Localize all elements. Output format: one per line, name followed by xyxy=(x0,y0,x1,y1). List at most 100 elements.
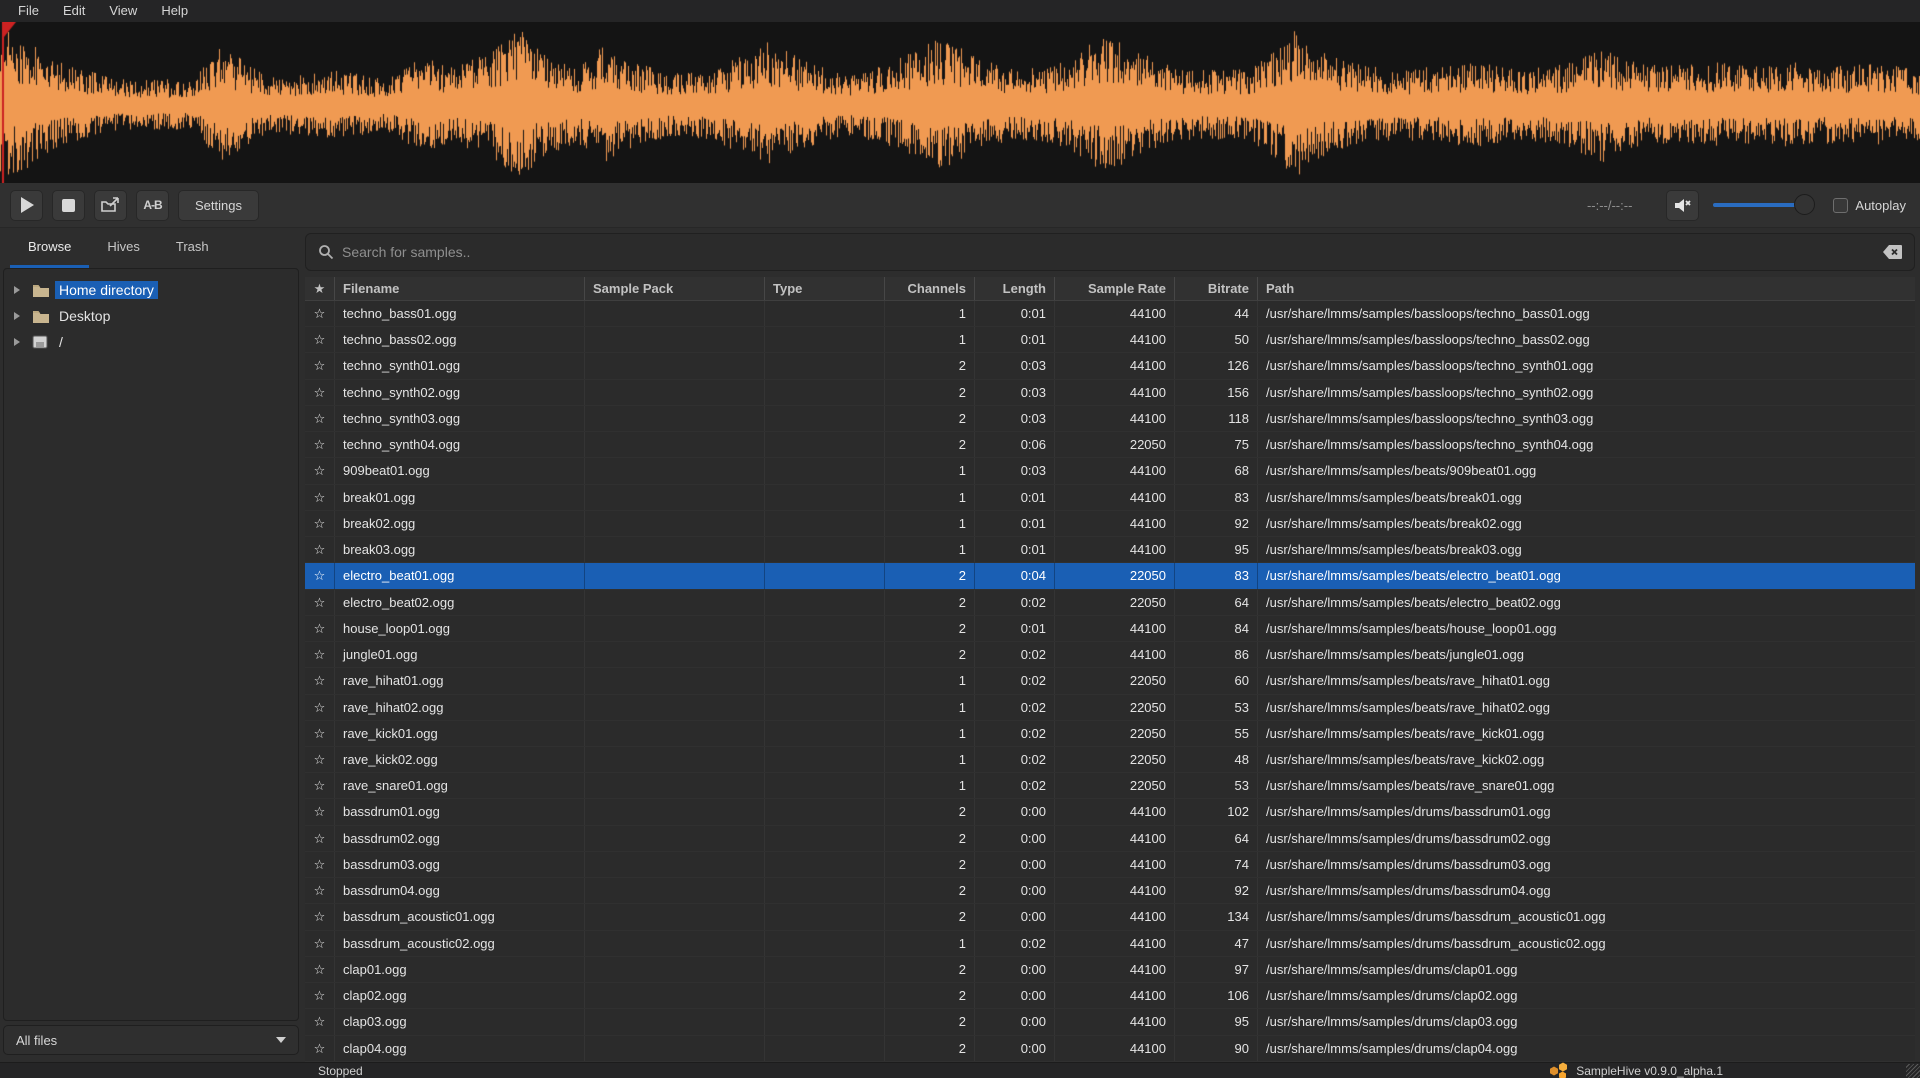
cell-sample-rate[interactable]: 44100 xyxy=(1055,353,1175,378)
cell-filename[interactable]: techno_synth02.ogg xyxy=(335,380,585,405)
volume-slider[interactable] xyxy=(1713,194,1815,216)
cell-sample-rate[interactable]: 44100 xyxy=(1055,878,1175,903)
cell-filename[interactable]: techno_synth03.ogg xyxy=(335,406,585,431)
cell-sample-rate[interactable]: 44100 xyxy=(1055,799,1175,824)
table-row[interactable]: ☆techno_synth01.ogg20:0344100126/usr/sha… xyxy=(305,353,1915,379)
cell-filename[interactable]: techno_bass02.ogg xyxy=(335,327,585,352)
cell-channels[interactable]: 2 xyxy=(885,852,975,877)
cell-channels[interactable]: 2 xyxy=(885,799,975,824)
favorite-star-icon[interactable]: ☆ xyxy=(305,904,335,929)
play-button[interactable] xyxy=(10,190,43,221)
cell-sample-rate[interactable]: 22050 xyxy=(1055,695,1175,720)
cell-sample-pack[interactable] xyxy=(585,747,765,772)
cell-sample-rate[interactable]: 22050 xyxy=(1055,432,1175,457)
cell-sample-pack[interactable] xyxy=(585,1036,765,1061)
cell-bitrate[interactable]: 86 xyxy=(1175,642,1258,667)
cell-length[interactable]: 0:00 xyxy=(975,904,1055,929)
cell-type[interactable] xyxy=(765,957,885,982)
table-row[interactable]: ☆break02.ogg10:014410092/usr/share/lmms/… xyxy=(305,511,1915,537)
cell-sample-rate[interactable]: 44100 xyxy=(1055,327,1175,352)
cell-length[interactable]: 0:00 xyxy=(975,799,1055,824)
cell-channels[interactable]: 2 xyxy=(885,380,975,405)
cell-channels[interactable]: 1 xyxy=(885,668,975,693)
cell-type[interactable] xyxy=(765,1036,885,1061)
cell-path[interactable]: /usr/share/lmms/samples/bassloops/techno… xyxy=(1258,301,1915,326)
cell-sample-pack[interactable] xyxy=(585,616,765,641)
cell-path[interactable]: /usr/share/lmms/samples/drums/bassdrum_a… xyxy=(1258,904,1915,929)
cell-length[interactable]: 0:00 xyxy=(975,878,1055,903)
cell-bitrate[interactable]: 126 xyxy=(1175,353,1258,378)
tree-item-home-directory[interactable]: Home directory xyxy=(4,277,298,303)
cell-channels[interactable]: 1 xyxy=(885,301,975,326)
favorite-star-icon[interactable]: ☆ xyxy=(305,1036,335,1061)
cell-sample-rate[interactable]: 44100 xyxy=(1055,1009,1175,1034)
cell-channels[interactable]: 2 xyxy=(885,642,975,667)
cell-type[interactable] xyxy=(765,301,885,326)
table-row[interactable]: ☆clap03.ogg20:004410095/usr/share/lmms/s… xyxy=(305,1009,1915,1035)
cell-length[interactable]: 0:00 xyxy=(975,983,1055,1008)
cell-filename[interactable]: bassdrum01.ogg xyxy=(335,799,585,824)
cell-bitrate[interactable]: 95 xyxy=(1175,537,1258,562)
favorite-star-icon[interactable]: ☆ xyxy=(305,747,335,772)
cell-sample-rate[interactable]: 44100 xyxy=(1055,904,1175,929)
cell-channels[interactable]: 2 xyxy=(885,563,975,588)
cell-type[interactable] xyxy=(765,327,885,352)
cell-sample-pack[interactable] xyxy=(585,957,765,982)
table-row[interactable]: ☆house_loop01.ogg20:014410084/usr/share/… xyxy=(305,616,1915,642)
column-header-sample-pack[interactable]: Sample Pack xyxy=(585,277,765,300)
cell-sample-pack[interactable] xyxy=(585,1009,765,1034)
tree-item-root[interactable]: / xyxy=(4,329,298,355)
cell-sample-rate[interactable]: 44100 xyxy=(1055,511,1175,536)
cell-bitrate[interactable]: 60 xyxy=(1175,668,1258,693)
cell-sample-rate[interactable]: 44100 xyxy=(1055,957,1175,982)
table-row[interactable]: ☆rave_kick02.ogg10:022205048/usr/share/l… xyxy=(305,747,1915,773)
cell-sample-rate[interactable]: 44100 xyxy=(1055,931,1175,956)
cell-path[interactable]: /usr/share/lmms/samples/beats/jungle01.o… xyxy=(1258,642,1915,667)
column-header-bitrate[interactable]: Bitrate xyxy=(1175,277,1258,300)
cell-length[interactable]: 0:02 xyxy=(975,931,1055,956)
cell-bitrate[interactable]: 55 xyxy=(1175,721,1258,746)
resize-grip-icon[interactable] xyxy=(1906,1064,1920,1078)
waveform-canvas[interactable] xyxy=(0,22,1920,183)
table-row[interactable]: ☆bassdrum_acoustic02.ogg10:024410047/usr… xyxy=(305,931,1915,957)
table-row[interactable]: ☆bassdrum02.ogg20:004410064/usr/share/lm… xyxy=(305,826,1915,852)
cell-path[interactable]: /usr/share/lmms/samples/beats/rave_kick0… xyxy=(1258,747,1915,772)
cell-bitrate[interactable]: 50 xyxy=(1175,327,1258,352)
cell-type[interactable] xyxy=(765,563,885,588)
table-row[interactable]: ☆rave_snare01.ogg10:022205053/usr/share/… xyxy=(305,773,1915,799)
favorite-star-icon[interactable]: ☆ xyxy=(305,485,335,510)
favorite-star-icon[interactable]: ☆ xyxy=(305,406,335,431)
table-row[interactable]: ☆clap04.ogg20:004410090/usr/share/lmms/s… xyxy=(305,1036,1915,1062)
table-row[interactable]: ☆techno_bass02.ogg10:014410050/usr/share… xyxy=(305,327,1915,353)
cell-type[interactable] xyxy=(765,353,885,378)
cell-type[interactable] xyxy=(765,380,885,405)
cell-length[interactable]: 0:03 xyxy=(975,458,1055,483)
cell-channels[interactable]: 1 xyxy=(885,721,975,746)
cell-bitrate[interactable]: 106 xyxy=(1175,983,1258,1008)
cell-length[interactable]: 0:02 xyxy=(975,747,1055,772)
cell-length[interactable]: 0:03 xyxy=(975,406,1055,431)
cell-sample-pack[interactable] xyxy=(585,799,765,824)
file-filter-dropdown[interactable]: All files xyxy=(3,1025,299,1055)
table-row[interactable]: ☆bassdrum_acoustic01.ogg20:0044100134/us… xyxy=(305,904,1915,930)
expand-caret-icon[interactable] xyxy=(14,286,20,294)
favorite-star-icon[interactable]: ☆ xyxy=(305,511,335,536)
favorite-star-icon[interactable]: ☆ xyxy=(305,642,335,667)
favorite-star-icon[interactable]: ☆ xyxy=(305,458,335,483)
cell-sample-rate[interactable]: 44100 xyxy=(1055,616,1175,641)
cell-length[interactable]: 0:02 xyxy=(975,590,1055,615)
cell-sample-pack[interactable] xyxy=(585,511,765,536)
cell-bitrate[interactable]: 48 xyxy=(1175,747,1258,772)
cell-bitrate[interactable]: 64 xyxy=(1175,590,1258,615)
cell-sample-pack[interactable] xyxy=(585,878,765,903)
cell-length[interactable]: 0:01 xyxy=(975,327,1055,352)
favorite-star-icon[interactable]: ☆ xyxy=(305,432,335,457)
cell-filename[interactable]: clap03.ogg xyxy=(335,1009,585,1034)
cell-path[interactable]: /usr/share/lmms/samples/beats/909beat01.… xyxy=(1258,458,1915,483)
cell-bitrate[interactable]: 92 xyxy=(1175,878,1258,903)
cell-sample-rate[interactable]: 44100 xyxy=(1055,485,1175,510)
cell-channels[interactable]: 1 xyxy=(885,511,975,536)
cell-filename[interactable]: rave_hihat01.ogg xyxy=(335,668,585,693)
tab-browse[interactable]: Browse xyxy=(10,228,89,268)
cell-type[interactable] xyxy=(765,668,885,693)
